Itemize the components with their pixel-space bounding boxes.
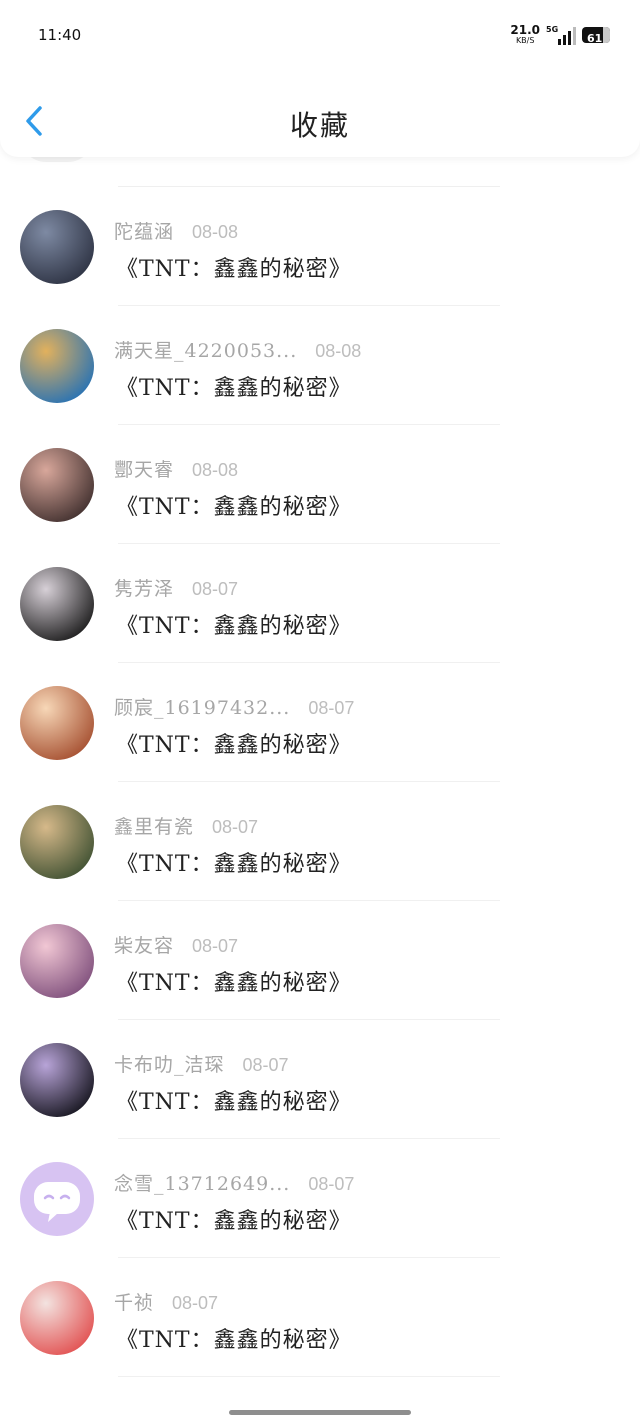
user-name[interactable]: 顾宸_16197432... <box>114 693 290 720</box>
avatar[interactable] <box>20 210 94 284</box>
list-item[interactable]: 满天星_4220053... 08-08 《TNT：鑫鑫的秘密》 <box>0 306 640 425</box>
avatar[interactable] <box>20 805 94 879</box>
item-date: 08-07 <box>192 936 239 956</box>
item-date: 08-08 <box>192 222 239 242</box>
list-item[interactable]: 柴友容 08-07 《TNT：鑫鑫的秘密》 <box>0 901 640 1020</box>
network-speed-value: 21.0 <box>510 23 540 37</box>
item-date: 08-07 <box>308 698 355 718</box>
item-date: 08-08 <box>315 341 362 361</box>
post-title[interactable]: 《TNT：鑫鑫的秘密》 <box>116 1322 352 1354</box>
post-title[interactable]: 《TNT：鑫鑫的秘密》 <box>116 251 352 283</box>
list-item[interactable]: 念雪_13712649... 08-07 《TNT：鑫鑫的秘密》 <box>0 1139 640 1258</box>
item-meta: 酆天睿 08-08 <box>114 455 238 482</box>
post-title[interactable]: 《TNT：鑫鑫的秘密》 <box>116 965 352 997</box>
list-item[interactable]: 隽芳泽 08-07 《TNT：鑫鑫的秘密》 <box>0 544 640 663</box>
user-name[interactable]: 隽芳泽 <box>114 574 174 601</box>
item-date: 08-07 <box>308 1174 355 1194</box>
status-time: 11:40 <box>38 26 82 44</box>
network-speed-unit: KB/S <box>515 36 535 45</box>
post-title[interactable]: 《TNT：鑫鑫的秘密》 <box>116 608 352 640</box>
divider <box>118 1376 500 1377</box>
post-title[interactable]: 《TNT：鑫鑫的秘密》 <box>116 727 352 759</box>
avatar[interactable] <box>20 924 94 998</box>
item-meta: 顾宸_16197432... 08-07 <box>114 693 354 720</box>
user-name[interactable]: 念雪_13712649... <box>114 1169 290 1196</box>
post-title[interactable]: 《TNT：鑫鑫的秘密》 <box>116 489 352 521</box>
avatar[interactable] <box>20 567 94 641</box>
item-date: 08-08 <box>192 460 239 480</box>
network-type: 5G <box>546 24 559 34</box>
list-item[interactable]: 卡布叻_洁琛 08-07 《TNT：鑫鑫的秘密》 <box>0 1020 640 1139</box>
network-speed: 21.0 KB/S <box>510 24 540 45</box>
avatar[interactable] <box>20 1162 94 1236</box>
battery-level: 61 <box>587 31 603 43</box>
item-date: 08-07 <box>242 1055 289 1075</box>
chat-bubble-icon <box>34 1182 80 1222</box>
avatar[interactable] <box>20 329 94 403</box>
list-item[interactable]: 千祯 08-07 《TNT：鑫鑫的秘密》 <box>0 1258 640 1377</box>
battery-icon: 61 <box>582 26 610 43</box>
avatar[interactable] <box>20 1281 94 1355</box>
item-date: 08-07 <box>172 1293 219 1313</box>
avatar[interactable] <box>20 448 94 522</box>
app-header: 11:40 21.0 KB/S 5G 61 收藏 <box>0 0 640 157</box>
item-meta: 满天星_4220053... 08-08 <box>114 336 361 363</box>
avatar[interactable] <box>20 686 94 760</box>
item-date: 08-07 <box>212 817 259 837</box>
item-meta: 隽芳泽 08-07 <box>114 574 238 601</box>
signal-icon: 5G <box>546 25 576 45</box>
post-title[interactable]: 《TNT：鑫鑫的秘密》 <box>116 1203 352 1235</box>
list-item[interactable]: 顾宸_16197432... 08-07 《TNT：鑫鑫的秘密》 <box>0 663 640 782</box>
user-name[interactable]: 鑫里有瓷 <box>114 812 194 839</box>
post-title[interactable]: 《TNT：鑫鑫的秘密》 <box>116 1084 352 1116</box>
page-title: 收藏 <box>289 109 350 142</box>
user-name[interactable]: 柴友容 <box>114 931 174 958</box>
home-indicator[interactable] <box>229 1410 411 1415</box>
avatar[interactable] <box>20 1043 94 1117</box>
user-name[interactable]: 陀蕴涵 <box>114 217 174 244</box>
item-meta: 念雪_13712649... 08-07 <box>114 1169 354 1196</box>
list-item[interactable]: 酆天睿 08-08 《TNT：鑫鑫的秘密》 <box>0 425 640 544</box>
user-name[interactable]: 酆天睿 <box>114 455 174 482</box>
post-title[interactable]: 《TNT：鑫鑫的秘密》 <box>116 370 352 402</box>
item-meta: 千祯 08-07 <box>114 1288 218 1315</box>
item-date: 08-07 <box>192 579 239 599</box>
item-meta: 卡布叻_洁琛 08-07 <box>114 1050 289 1077</box>
status-icons: 21.0 KB/S 5G 61 <box>510 24 610 45</box>
item-meta: 柴友容 08-07 <box>114 931 238 958</box>
user-name[interactable]: 满天星_4220053... <box>114 336 297 363</box>
list-item[interactable]: 鑫里有瓷 08-07 《TNT：鑫鑫的秘密》 <box>0 782 640 901</box>
item-meta: 鑫里有瓷 08-07 <box>114 812 258 839</box>
list-item[interactable]: 陀蕴涵 08-08 《TNT：鑫鑫的秘密》 <box>0 187 640 306</box>
item-meta: 陀蕴涵 08-08 <box>114 217 238 244</box>
user-name[interactable]: 千祯 <box>114 1288 154 1315</box>
post-title[interactable]: 《TNT：鑫鑫的秘密》 <box>116 846 352 878</box>
user-name[interactable]: 卡布叻_洁琛 <box>114 1050 225 1077</box>
